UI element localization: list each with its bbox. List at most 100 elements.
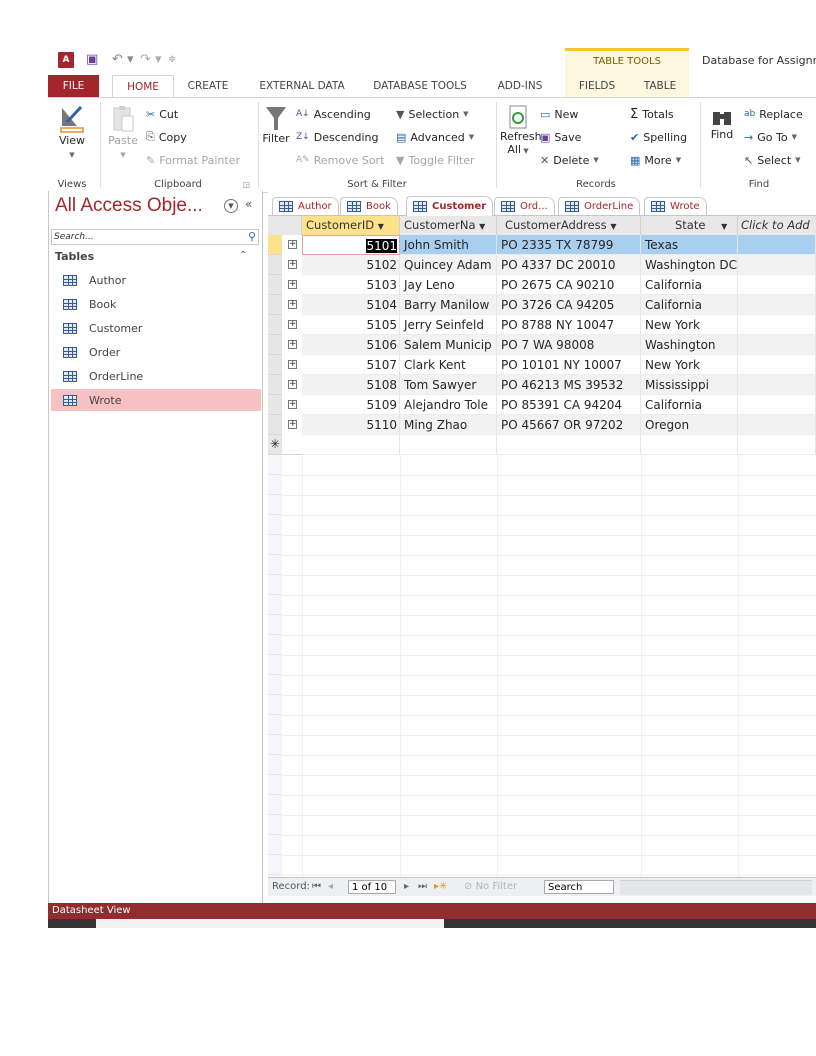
record-search-input[interactable]: Search <box>544 880 614 894</box>
record-selector[interactable] <box>268 415 282 435</box>
selection-button[interactable]: ▼ Selection ▼ <box>396 105 469 123</box>
new-record-cell[interactable] <box>497 435 641 455</box>
nav-item-customer[interactable]: Customer <box>51 317 261 339</box>
doc-tab-wrote[interactable]: Wrote <box>644 197 707 215</box>
collapse-group-icon[interactable]: ⌃ <box>239 250 247 261</box>
new-record-cell[interactable] <box>641 435 738 455</box>
cell-click-to-add[interactable] <box>738 355 816 375</box>
toggle-filter-button[interactable]: ▼ Toggle Filter <box>396 151 475 169</box>
ascending-button[interactable]: A↓ Ascending <box>296 105 371 123</box>
doc-tab-orderline[interactable]: OrderLine <box>558 197 641 215</box>
cell-name[interactable]: Salem Municip <box>400 335 497 355</box>
find-button[interactable]: Find <box>708 106 736 141</box>
nav-group-tables[interactable]: Tables <box>55 250 94 263</box>
doc-tab-book[interactable]: Book <box>340 197 398 215</box>
record-selector[interactable] <box>268 275 282 295</box>
cell-address[interactable]: PO 2335 TX 78799 <box>497 235 641 255</box>
column-dropdown-icon[interactable]: ▼ <box>721 222 727 231</box>
nav-item-book[interactable]: Book <box>51 293 261 315</box>
cell-id[interactable]: 5104 <box>302 295 400 315</box>
tab-table[interactable]: TABLE <box>636 75 684 97</box>
advanced-button[interactable]: ▤ Advanced ▼ <box>396 128 474 146</box>
paste-button[interactable]: Paste ▼ <box>106 104 140 160</box>
first-record-icon[interactable]: ⏮ <box>312 880 321 894</box>
cell-click-to-add[interactable] <box>738 395 816 415</box>
cell-id[interactable]: 5106 <box>302 335 400 355</box>
cell-name[interactable]: Clark Kent <box>400 355 497 375</box>
cell-address[interactable]: PO 7 WA 98008 <box>497 335 641 355</box>
nav-item-author[interactable]: Author <box>51 269 261 291</box>
format-painter-button[interactable]: ✎ Format Painter <box>146 151 240 169</box>
replace-button[interactable]: ab Replace <box>744 105 803 123</box>
cell-name[interactable]: Alejandro Tole <box>400 395 497 415</box>
new-record-cell[interactable] <box>302 435 400 455</box>
cell-state[interactable]: New York <box>641 315 738 335</box>
view-button[interactable]: View ▼ <box>54 104 90 160</box>
selected-cell-text[interactable]: 5101 <box>366 239 397 253</box>
customize-qat-icon[interactable]: ≑ <box>168 52 176 68</box>
new-record-cell[interactable] <box>738 435 816 455</box>
column-header-customername[interactable]: CustomerNa ▼ <box>400 216 497 235</box>
descending-button[interactable]: Z↓ Descending <box>296 128 378 146</box>
cell-id[interactable]: 5110 <box>302 415 400 435</box>
record-selector[interactable] <box>268 375 282 395</box>
remove-sort-button[interactable]: A✎ Remove Sort <box>296 151 384 169</box>
tab-create[interactable]: CREATE <box>180 75 236 97</box>
select-button[interactable]: ↖ Select ▼ <box>744 151 801 169</box>
table-row[interactable]: +5103 Jay Leno PO 2675 CA 90210 California <box>268 275 816 295</box>
totals-button[interactable]: Σ Totals <box>630 105 674 123</box>
more-button[interactable]: ▦ More ▼ <box>630 151 681 169</box>
expand-subdatasheet-icon[interactable]: + <box>288 280 297 289</box>
horizontal-scrollbar[interactable] <box>620 880 812 895</box>
cell-state[interactable]: Washington DC <box>641 255 738 275</box>
cell-click-to-add[interactable] <box>738 295 816 315</box>
cell-state[interactable]: Texas <box>641 235 738 255</box>
table-row[interactable]: +5110 Ming Zhao PO 45667 OR 97202 Oregon <box>268 415 816 435</box>
cell-state[interactable]: California <box>641 395 738 415</box>
cell-click-to-add[interactable] <box>738 255 816 275</box>
cell-state[interactable]: Oregon <box>641 415 738 435</box>
cell-state[interactable]: Washington <box>641 335 738 355</box>
doc-tab-customer[interactable]: Customer <box>406 196 494 216</box>
current-record-input[interactable]: 1 of 10 <box>348 880 396 894</box>
expand-subdatasheet-icon[interactable]: + <box>288 400 297 409</box>
column-dropdown-icon[interactable]: ▼ <box>479 222 485 231</box>
tab-database-tools[interactable]: DATABASE TOOLS <box>368 75 472 97</box>
cell-click-to-add[interactable] <box>738 275 816 295</box>
cell-name[interactable]: John Smith <box>400 235 497 255</box>
expand-subdatasheet-icon[interactable]: + <box>288 380 297 389</box>
record-selector[interactable] <box>268 335 282 355</box>
expand-subdatasheet-icon[interactable]: + <box>288 320 297 329</box>
nav-pane-title[interactable]: All Access Obje... <box>55 195 203 217</box>
column-header-customeraddress[interactable]: CustomerAddress ▼ <box>497 216 641 235</box>
last-record-icon[interactable]: ⏭ <box>418 880 427 894</box>
refresh-all-button[interactable]: Refresh All ▼ <box>500 104 542 156</box>
cell-name[interactable]: Jerry Seinfeld <box>400 315 497 335</box>
nav-item-orderline[interactable]: OrderLine <box>51 365 261 387</box>
nav-search-input[interactable]: Search... ⚲ <box>51 229 259 245</box>
new-record-selector[interactable]: ✳ <box>268 435 302 455</box>
spelling-button[interactable]: ✔ Spelling <box>630 128 687 146</box>
table-row[interactable]: +5104 Barry Manilow PO 3726 CA 94205 Califo… <box>268 295 816 315</box>
cell-id[interactable]: 5108 <box>302 375 400 395</box>
tab-fields[interactable]: FIELDS <box>572 75 622 97</box>
tab-add-ins[interactable]: ADD-INS <box>488 75 552 97</box>
cell-state[interactable]: New York <box>641 355 738 375</box>
cell-id[interactable]: 5107 <box>302 355 400 375</box>
cell-click-to-add[interactable] <box>738 335 816 355</box>
delete-record-button[interactable]: ✕ Delete ▼ <box>540 151 599 169</box>
column-header-customerid[interactable]: CustomerID ▼ <box>302 216 400 235</box>
clipboard-launcher-icon[interactable]: ◲ <box>242 180 250 189</box>
nav-menu-dropdown-icon[interactable]: ▼ <box>224 199 238 213</box>
expand-subdatasheet-icon[interactable]: + <box>288 420 297 429</box>
no-filter-button[interactable]: ⊘ No Filter <box>464 880 517 894</box>
cell-click-to-add[interactable] <box>738 315 816 335</box>
tab-file[interactable]: FILE <box>48 75 99 97</box>
column-dropdown-icon[interactable]: ▼ <box>610 222 616 231</box>
table-row[interactable]: +5101 John Smith PO 2335 TX 78799 Texas <box>268 235 816 255</box>
search-icon[interactable]: ⚲ <box>248 230 256 244</box>
new-record-button[interactable]: ▭ New <box>540 105 578 123</box>
cell-id[interactable]: 5102 <box>302 255 400 275</box>
column-header-click-to-add[interactable]: Click to Add <box>738 216 816 235</box>
cell-address[interactable]: PO 85391 CA 94204 <box>497 395 641 415</box>
